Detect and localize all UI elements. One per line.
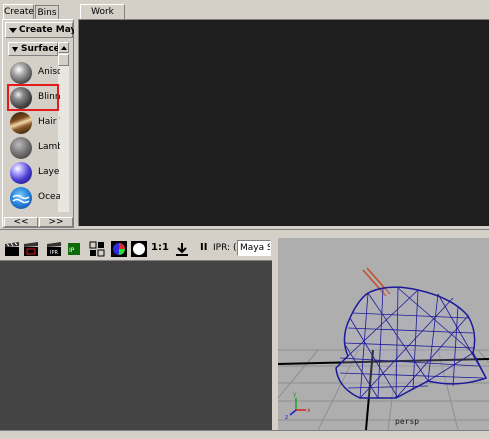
- keep-image-icon[interactable]: [174, 241, 190, 257]
- work-area-canvas[interactable]: [78, 19, 489, 226]
- material-item-hair-tube[interactable]: Hair T: [8, 111, 60, 135]
- wave-icon: [12, 194, 30, 204]
- anisotropic-icon: [10, 62, 32, 84]
- tab-create[interactable]: Create: [3, 4, 34, 20]
- ipr-render-icon[interactable]: IP: [66, 241, 82, 257]
- render-settings-icon[interactable]: [89, 241, 105, 257]
- arrow-up-icon: [61, 46, 67, 50]
- tab-work-area[interactable]: Work Area: [80, 4, 125, 31]
- lambert-icon: [10, 137, 32, 159]
- ipr-label: IPR: (: [213, 243, 237, 253]
- persp-viewport[interactable]: y x z persp: [278, 238, 489, 430]
- tab-bins[interactable]: Bins: [35, 5, 59, 20]
- ocean-icon: [10, 187, 32, 209]
- horizontal-divider[interactable]: [0, 229, 489, 237]
- material-item-layered[interactable]: Layere: [8, 161, 60, 185]
- surface-label: Surface: [21, 44, 60, 54]
- create-maya-label: Create Maya: [19, 25, 74, 35]
- alpha-channel-icon[interactable]: [131, 241, 147, 257]
- render-clapper-icon[interactable]: [4, 241, 20, 257]
- bottom-status-strip: [0, 430, 489, 439]
- material-item-anisotropic[interactable]: Anisot: [8, 61, 60, 85]
- renderer-select[interactable]: Maya So: [237, 240, 271, 256]
- scroll-right-button[interactable]: >>: [39, 217, 73, 227]
- svg-text:z: z: [285, 414, 288, 421]
- surface-section-header[interactable]: Surface: [8, 42, 60, 56]
- render-view-canvas[interactable]: [0, 260, 272, 430]
- viewport-scene: y x z: [278, 267, 489, 430]
- svg-text:y: y: [293, 391, 297, 398]
- material-item-ocean[interactable]: Ocean: [8, 186, 60, 210]
- camera-label: persp: [395, 417, 420, 426]
- scroll-up-button[interactable]: [58, 42, 69, 53]
- triangle-down-icon: [9, 28, 17, 33]
- rgb-channel-icon[interactable]: [111, 241, 127, 257]
- material-item-lambert[interactable]: Lambe: [8, 136, 60, 160]
- snapshot-icon[interactable]: IPR: [46, 241, 62, 257]
- triangle-down-icon: [12, 47, 18, 52]
- selection-highlight: [7, 84, 59, 111]
- layered-icon: [10, 162, 32, 184]
- scroll-left-button[interactable]: <<: [4, 217, 38, 227]
- real-size-button[interactable]: 1:1: [151, 242, 169, 253]
- svg-text:IP: IP: [69, 247, 75, 254]
- pause-button[interactable]: II: [200, 242, 207, 253]
- hair-tube-icon: [10, 112, 32, 134]
- svg-text:x: x: [307, 407, 311, 414]
- svg-text:IPR: IPR: [50, 250, 58, 256]
- render-region-icon[interactable]: [23, 241, 39, 257]
- create-maya-dropdown[interactable]: Create Maya: [5, 22, 74, 38]
